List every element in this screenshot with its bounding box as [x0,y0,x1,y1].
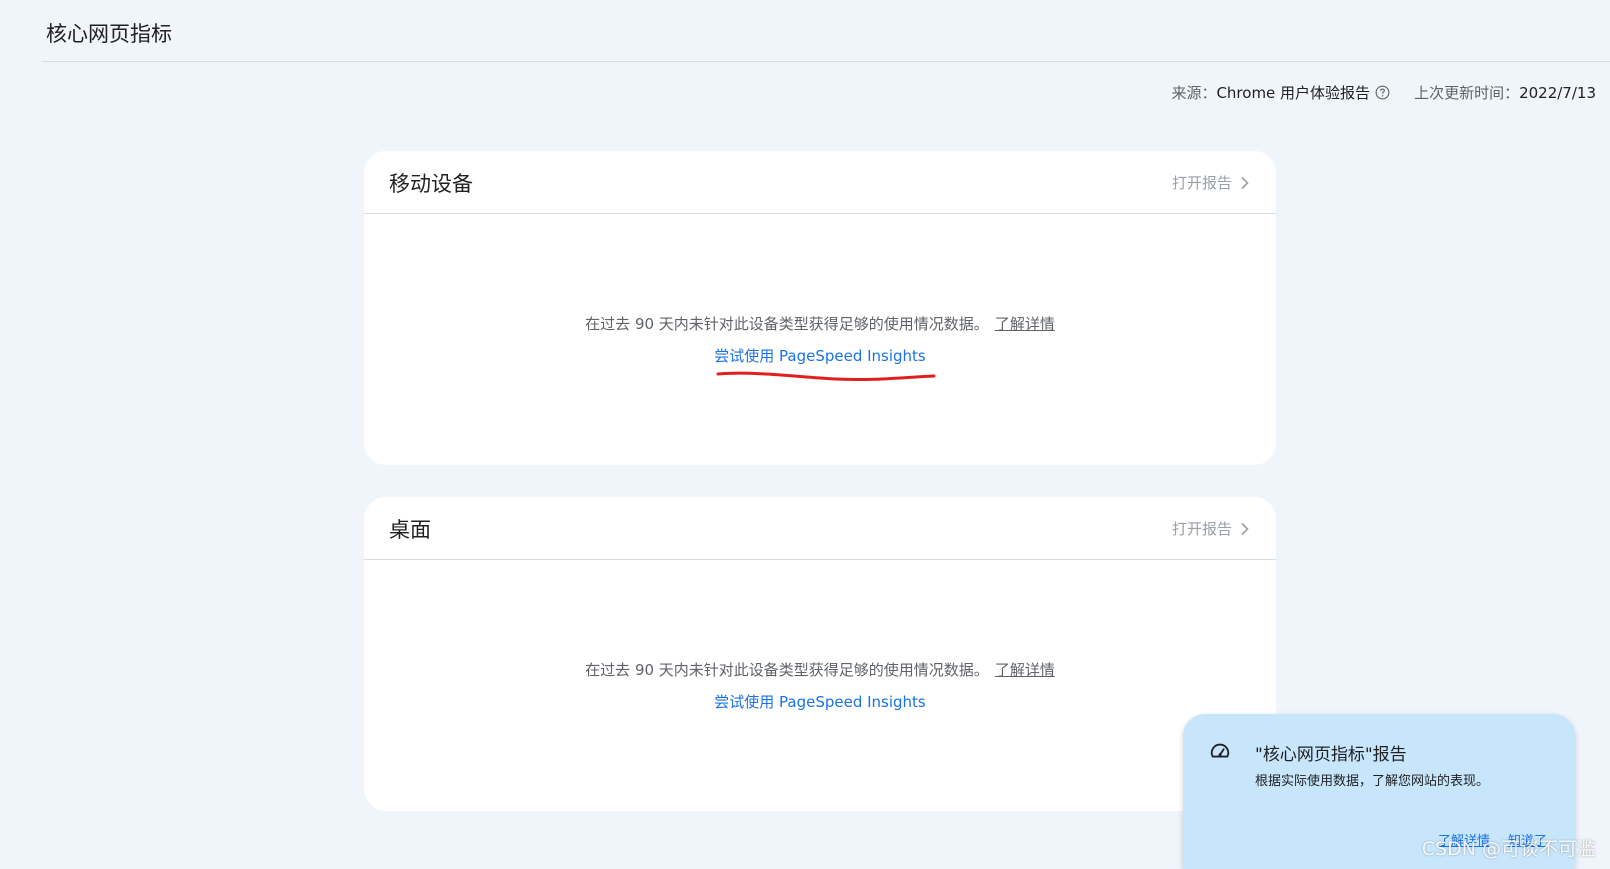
open-report-label: 打开报告 [1171,520,1232,538]
card-header: 桌面 打开报告 [364,497,1276,560]
help-icon[interactable] [1375,85,1390,100]
red-underline-annotation [716,371,936,382]
watermark: CSDN @可谈不可滥 [1421,838,1596,860]
no-data-text: 在过去 90 天内未针对此设备类型获得足够的使用情况数据。 [585,315,989,333]
mobile-card: 移动设备 打开报告 在过去 90 天内未针对此设备类型获得足够的使用情况数据。了… [364,151,1276,465]
updated-value: 2022/7/13 [1519,83,1596,102]
page-title: 核心网页指标 [46,22,172,46]
updated-label: 上次更新时间： [1414,84,1520,102]
open-report-label: 打开报告 [1171,174,1232,192]
pagespeed-insights-link[interactable]: 尝试使用 PageSpeed Insights [714,347,926,365]
card-title: 移动设备 [389,172,473,196]
open-report-button[interactable]: 打开报告 [1172,518,1250,539]
learn-more-link[interactable]: 了解详情 [995,315,1055,333]
desktop-card: 桌面 打开报告 在过去 90 天内未针对此设备类型获得足够的使用情况数据。 了解详… [364,497,1276,811]
page-header: 核心网页指标 [42,0,1610,62]
chevron-right-icon [1241,522,1249,535]
no-data-message: 在过去 90 天内未针对此设备类型获得足够的使用情况数据。 了解详情 [364,313,1276,334]
card-header: 移动设备 打开报告 [364,151,1276,214]
pagespeed-insights-link[interactable]: 尝试使用 PageSpeed Insights [714,693,926,711]
speedometer-icon [1210,743,1230,758]
page: 核心网页指标 来源： Chrome 用户体验报告 上次更新时间： 2022/7/… [0,0,1610,869]
toast-description: 根据实际使用数据，了解您网站的表现。 [1255,774,1490,789]
no-data-text: 在过去 90 天内未针对此设备类型获得足够的使用情况数据。 [585,661,989,679]
card-body: 在过去 90 天内未针对此设备类型获得足够的使用情况数据。 了解详情 尝试使用 P… [364,214,1276,464]
source-value: Chrome 用户体验报告 [1216,84,1371,102]
no-data-message: 在过去 90 天内未针对此设备类型获得足够的使用情况数据。 了解详情 [364,659,1276,680]
data-source-info: 来源： Chrome 用户体验报告 上次更新时间： 2022/7/13 [1171,82,1596,103]
card-body: 在过去 90 天内未针对此设备类型获得足够的使用情况数据。 了解详情 尝试使用 P… [364,560,1276,810]
source-label: 来源： [1171,84,1217,102]
learn-more-link[interactable]: 了解详情 [995,661,1055,679]
psi-row: 尝试使用 PageSpeed Insights [364,345,1276,366]
psi-row: 尝试使用 PageSpeed Insights [364,691,1276,712]
card-title: 桌面 [389,518,431,542]
open-report-button[interactable]: 打开报告 [1172,172,1250,193]
chevron-right-icon [1241,176,1249,189]
toast-title: "核心网页指标"报告 [1255,745,1407,765]
